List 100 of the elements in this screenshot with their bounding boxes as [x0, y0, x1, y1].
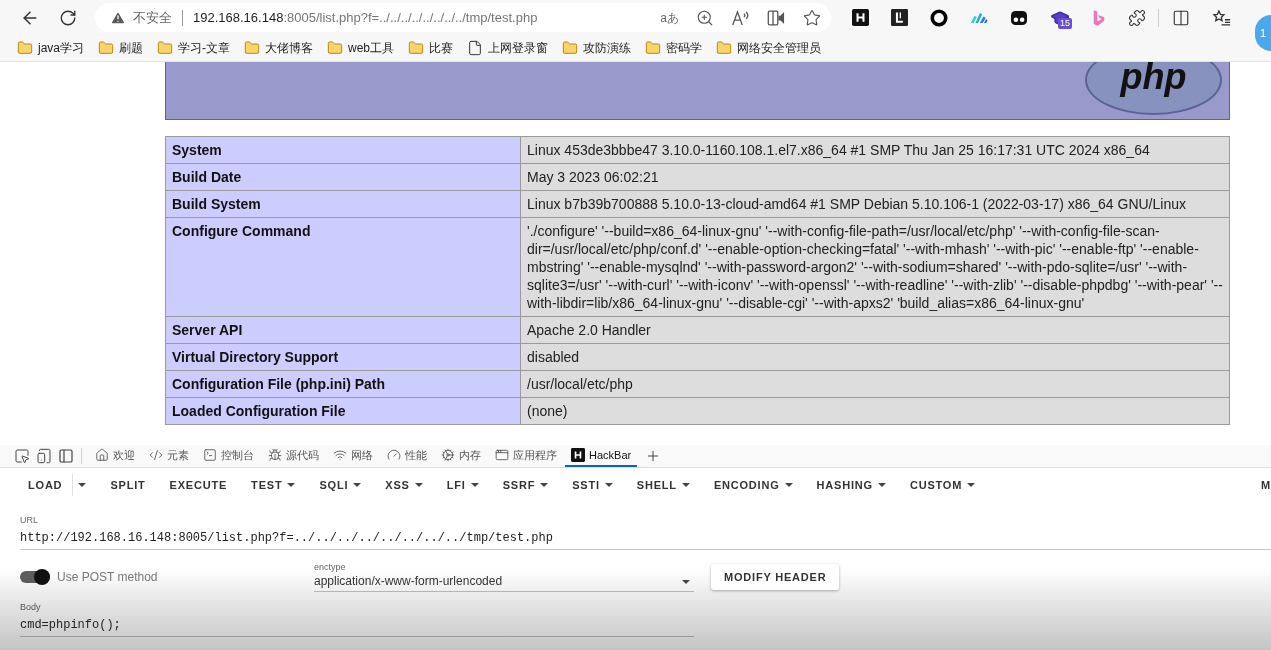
value-cell: Linux 453de3bbbe47 3.10.0-1160.108.1.el7.x86_64 #1 SMP Thu Jan 25 16:17:31 UTC 2024 x86_64: [520, 136, 1230, 164]
devtools-tab[interactable]: 应用程序: [489, 445, 563, 467]
value-cell: (none): [520, 397, 1230, 425]
bookmark-folder[interactable]: 网络安全管理员: [716, 39, 822, 57]
bookmark-folder[interactable]: 密码学: [645, 39, 703, 57]
count-badge: 15: [1058, 17, 1072, 29]
gear-icon: [441, 448, 455, 462]
code-icon: [149, 448, 163, 462]
value-cell: Linux b7b39b700888 5.10.0-13-cloud-amd64 #1 SMP Debian 5.10.106-1 (2022-03-17) x86_64 GNU/Linux: [520, 190, 1230, 218]
dropdown-button[interactable]: HASHING: [816, 476, 886, 494]
devtools-tab[interactable]: 源代码: [262, 445, 325, 467]
bookmark-folder[interactable]: 大佬博客: [244, 39, 313, 57]
devtools-tab[interactable]: 性能: [381, 445, 433, 467]
toolbar-button[interactable]: LOAD: [28, 476, 63, 494]
dropdown-button[interactable]: SQLI: [319, 476, 362, 494]
l-tile-icon[interactable]: [891, 9, 908, 26]
h-tile-icon[interactable]: [852, 9, 869, 26]
folder-icon: [716, 40, 733, 56]
devtools-tab[interactable]: 元素: [143, 445, 195, 467]
body-field[interactable]: cmd=phpinfo();: [20, 618, 694, 637]
window-icon: [495, 448, 509, 462]
folder-icon: [157, 40, 173, 56]
key-cell: Configuration File (php.ini) Path: [165, 370, 521, 398]
key-cell: Build Date: [165, 163, 521, 191]
key-cell: System: [165, 136, 521, 164]
address-bar[interactable]: 不安全 192.168.16.148:8005/list.php?f=../../../../../../../../tmp/test.php aあ: [95, 3, 831, 32]
split-screen-icon[interactable]: [1172, 8, 1190, 27]
dropdown-button[interactable]: TEST: [251, 476, 296, 494]
sidebar-icon[interactable]: [58, 448, 74, 464]
ring-icon[interactable]: [930, 8, 948, 27]
translate-button[interactable]: aあ: [660, 8, 679, 27]
caret-icon: [353, 483, 362, 487]
post-toggle[interactable]: [20, 569, 50, 585]
key-cell: Build System: [165, 190, 521, 218]
bookmark-folder[interactable]: 学习-文章: [157, 39, 230, 57]
folder-icon: [408, 40, 425, 56]
ghost-icon[interactable]: [1010, 9, 1028, 26]
caret-icon: [604, 483, 613, 487]
dropdown-button[interactable]: LFI: [446, 476, 479, 494]
url-label: URL: [20, 515, 39, 525]
dropdown-button[interactable]: SSRF: [502, 476, 549, 494]
refresh-icon[interactable]: [59, 8, 77, 27]
value-cell: May 3 2023 06:02:21: [520, 163, 1230, 191]
reader-speaker-icon[interactable]: [767, 8, 786, 27]
enctype-select[interactable]: application/x-www-form-urlencoded: [314, 574, 694, 592]
toolbar-button[interactable]: EXECUTE: [169, 476, 228, 494]
puzzle-icon[interactable]: [1128, 8, 1146, 27]
key-cell: Configure Command: [165, 217, 521, 317]
wave-bars-icon[interactable]: [970, 11, 988, 24]
folder-icon: [98, 40, 114, 56]
bookmark-folder[interactable]: java学习: [17, 39, 84, 57]
dropdown-button[interactable]: SHELL: [636, 476, 690, 494]
caret-icon[interactable]: [78, 483, 87, 487]
value-cell: /usr/local/etc/php: [520, 370, 1230, 398]
dropdown-button[interactable]: XSS: [385, 476, 423, 494]
toolbar-button[interactable]: SPLIT: [110, 476, 146, 494]
favorites-icon[interactable]: [1212, 8, 1231, 27]
inspect-icon[interactable]: [14, 448, 30, 464]
key-cell: Server API: [165, 316, 521, 344]
devtools-tab[interactable]: 内存: [435, 445, 487, 467]
folder-icon: [562, 40, 579, 56]
caret-icon: [287, 483, 296, 487]
logo: php: [1085, 62, 1222, 115]
devtools-tab[interactable]: 网络: [327, 445, 379, 467]
dropdown-button[interactable]: CUSTOM: [909, 476, 976, 494]
key-cell: Virtual Directory Support: [165, 343, 521, 371]
star-icon[interactable]: [803, 8, 821, 27]
dropdown-button[interactable]: ENCODING: [713, 476, 793, 494]
caret-icon: [784, 483, 793, 487]
device-icon[interactable]: [36, 448, 52, 464]
devtools-tab[interactable]: 控制台: [197, 445, 260, 467]
post-label: Use POST method: [57, 569, 158, 586]
bookmark-folder[interactable]: web工具: [327, 39, 395, 57]
modify-header-button[interactable]: MODIFY HEADER: [711, 564, 840, 590]
bookmark-folder[interactable]: 比赛: [408, 39, 454, 57]
enctype-label: enctype: [314, 562, 347, 572]
caret-icon: [682, 579, 690, 584]
dropdown-button[interactable]: SSTI: [572, 476, 613, 494]
security-label: 不安全: [133, 8, 172, 27]
toolbar-button[interactable]: M: [1261, 476, 1271, 494]
caret-icon: [540, 483, 549, 487]
zoom-in-icon[interactable]: [696, 8, 714, 27]
h-tile-icon[interactable]: [571, 448, 585, 462]
read-aloud-icon[interactable]: [731, 8, 750, 27]
terminal-icon: [203, 448, 217, 462]
value-cell: Apache 2.0 Handler: [520, 316, 1230, 344]
bookmark-folder[interactable]: 刷题: [98, 39, 143, 57]
bookmark-folder[interactable]: 攻防演练: [562, 39, 632, 57]
bookmark-page[interactable]: 上网登录窗: [467, 39, 549, 57]
caret-icon: [414, 483, 423, 487]
url-field[interactable]: http://192.168.16.148:8005/list.php?f=../../../../../../../../tmp/test.php: [20, 531, 1271, 550]
folder-icon: [327, 40, 343, 56]
body-label: Body: [20, 602, 42, 612]
caret-icon: [681, 483, 690, 487]
house-icon: [95, 448, 109, 462]
devtools-tab[interactable]: 欢迎: [89, 445, 141, 467]
gauge-icon: [387, 448, 401, 462]
value-cell: disabled: [520, 343, 1230, 371]
address-url: 192.168.16.148:8005/list.php?f=../../../../../../../../tmp/test.php: [193, 8, 538, 27]
caret-icon: [877, 483, 886, 487]
